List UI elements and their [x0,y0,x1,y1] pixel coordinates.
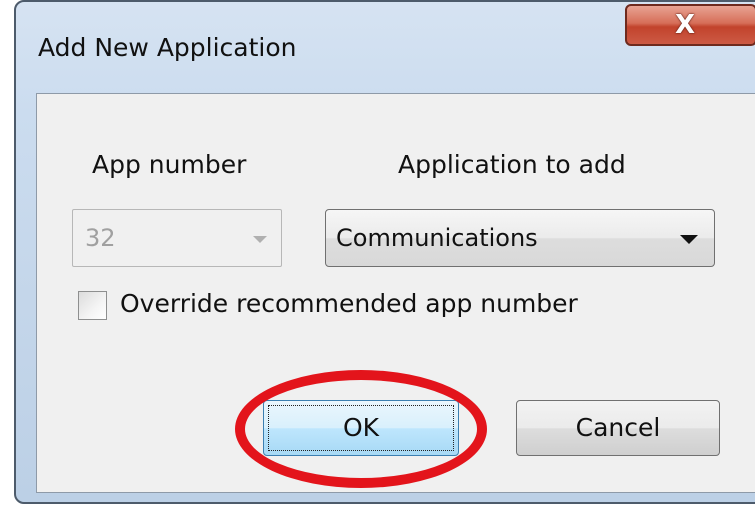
chevron-down-icon [253,236,267,243]
close-icon: X [675,10,696,40]
focus-ring [268,405,454,451]
override-checkbox[interactable] [78,291,107,320]
app-number-label: App number [92,150,247,179]
application-to-add-label: Application to add [398,150,626,179]
override-checkbox-label[interactable]: Override recommended app number [120,289,578,318]
close-button[interactable]: X [625,4,755,46]
screenshot-page: Add New Application X App number Applica… [0,0,755,510]
ok-button[interactable]: OK [263,400,459,456]
app-number-value: 32 [85,224,116,252]
dialog-title: Add New Application [38,33,297,62]
chevron-down-icon[interactable] [680,235,698,244]
cancel-button[interactable]: Cancel [516,400,720,456]
application-select[interactable]: Communications [325,209,715,267]
cancel-button-label: Cancel [575,413,661,442]
app-number-select: 32 [72,209,282,267]
application-select-value: Communications [336,224,538,252]
